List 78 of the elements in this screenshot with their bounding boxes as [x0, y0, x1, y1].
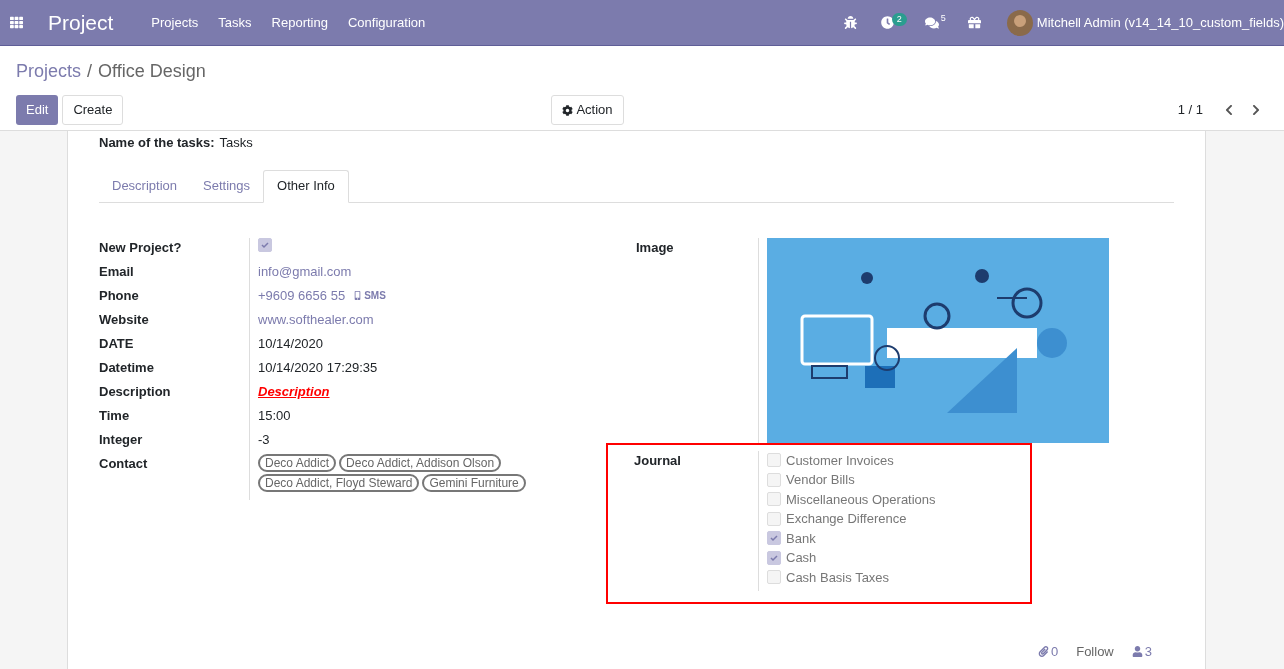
checkbox-label: Cash	[786, 549, 817, 567]
previous-icon[interactable]	[1223, 104, 1235, 116]
message-count: 5	[940, 11, 946, 25]
field-value: -3	[258, 430, 270, 449]
field-label: Email	[99, 262, 134, 281]
field-label: DATE	[99, 334, 134, 353]
field-value: 10/14/2020 17:29:35	[258, 358, 378, 377]
field-value: Description	[258, 382, 330, 401]
checkbox-label: Vendor Bills	[786, 471, 855, 489]
field-label: New Project?	[99, 238, 182, 257]
form-tab[interactable]: Other Info	[263, 169, 349, 203]
field-label: Time	[99, 406, 130, 425]
edit-button[interactable]: Edit	[16, 95, 59, 125]
field-label: Contact	[99, 454, 148, 473]
field-link[interactable]: www.softhealer.com	[258, 309, 374, 329]
journal-checkbox[interactable]	[767, 550, 781, 565]
form-tab[interactable]: Description	[99, 169, 191, 202]
user-avatar[interactable]	[1006, 9, 1033, 36]
phone-icon	[353, 290, 363, 300]
pager-value: 1 / 1	[1177, 101, 1203, 120]
field-label: Description	[99, 382, 171, 401]
user-name[interactable]: Mitchell Admin (v14_14_10_custom_fields)	[1036, 12, 1284, 33]
field-label: Journal	[634, 452, 681, 468]
contact-tag[interactable]: Deco Addict	[258, 453, 337, 472]
contact-tag[interactable]: Deco Addict, Floyd Steward	[258, 473, 420, 492]
contact-tag[interactable]: Gemini Furniture	[422, 473, 526, 492]
journal-checkbox[interactable]	[767, 531, 781, 546]
check-icon	[770, 553, 778, 562]
action-button[interactable]: Action	[551, 95, 624, 125]
attachments-button[interactable]: 0	[1037, 641, 1059, 661]
field-value: 15:00	[258, 406, 291, 425]
journal-checkbox[interactable]	[767, 453, 781, 468]
nav-menu-item[interactable]: Configuration	[337, 12, 436, 33]
field-checkbox[interactable]	[258, 237, 272, 252]
followers-button[interactable]: 3	[1131, 641, 1152, 661]
create-button[interactable]: Create	[62, 95, 124, 125]
next-icon[interactable]	[1250, 104, 1262, 116]
person-icon	[1131, 645, 1143, 657]
journal-checkbox[interactable]	[767, 570, 781, 585]
breadcrumb-separator: /	[87, 60, 93, 83]
breadcrumb-link[interactable]: Projects	[16, 58, 82, 85]
field-value: Tasks	[219, 134, 253, 152]
clock-icon[interactable]	[880, 16, 894, 29]
checkbox-label: Miscellaneous Operations	[786, 490, 936, 509]
field-label: Website	[99, 310, 149, 329]
checkbox-label: Bank	[786, 529, 816, 548]
paperclip-icon	[1037, 645, 1049, 657]
chat-icon[interactable]	[924, 15, 939, 30]
journal-checkbox[interactable]	[767, 492, 781, 507]
check-icon	[770, 534, 778, 543]
checkbox-label: Customer Invoices	[786, 451, 894, 470]
breadcrumb-current: Office Design	[98, 60, 206, 83]
field-label: Name of the tasks:	[99, 134, 215, 152]
field-label: Integer	[99, 430, 143, 449]
bug-icon[interactable]	[843, 16, 857, 29]
gear-icon	[562, 104, 574, 116]
nav-menu-item[interactable]: Reporting	[261, 12, 338, 33]
gift-icon[interactable]	[967, 16, 981, 29]
follow-button[interactable]: Follow	[1076, 641, 1114, 661]
field-label: Image	[636, 239, 674, 255]
field-link[interactable]: info@gmail.com	[258, 261, 352, 281]
apps-menu-icon[interactable]	[10, 16, 23, 29]
check-icon	[261, 240, 269, 249]
form-tab[interactable]: Settings	[190, 169, 263, 202]
field-value: 10/14/2020	[258, 334, 324, 353]
sms-link[interactable]: SMS	[353, 287, 386, 303]
nav-menu-item[interactable]: Tasks	[208, 12, 262, 33]
checkbox-label: Cash Basis Taxes	[786, 568, 890, 587]
contact-tag[interactable]: Deco Addict, Addison Olson	[339, 453, 502, 472]
journal-checkbox[interactable]	[767, 511, 781, 526]
journal-checkbox[interactable]	[767, 472, 781, 487]
app-name: Project	[48, 9, 114, 36]
checkbox-label: Exchange Difference	[786, 510, 907, 528]
phone-link[interactable]: +9609 6656 55	[258, 285, 346, 305]
activity-badge: 2	[891, 13, 907, 26]
nav-menu-item[interactable]: Projects	[141, 12, 209, 33]
field-label: Phone	[99, 286, 139, 305]
field-label: Datetime	[99, 358, 154, 377]
